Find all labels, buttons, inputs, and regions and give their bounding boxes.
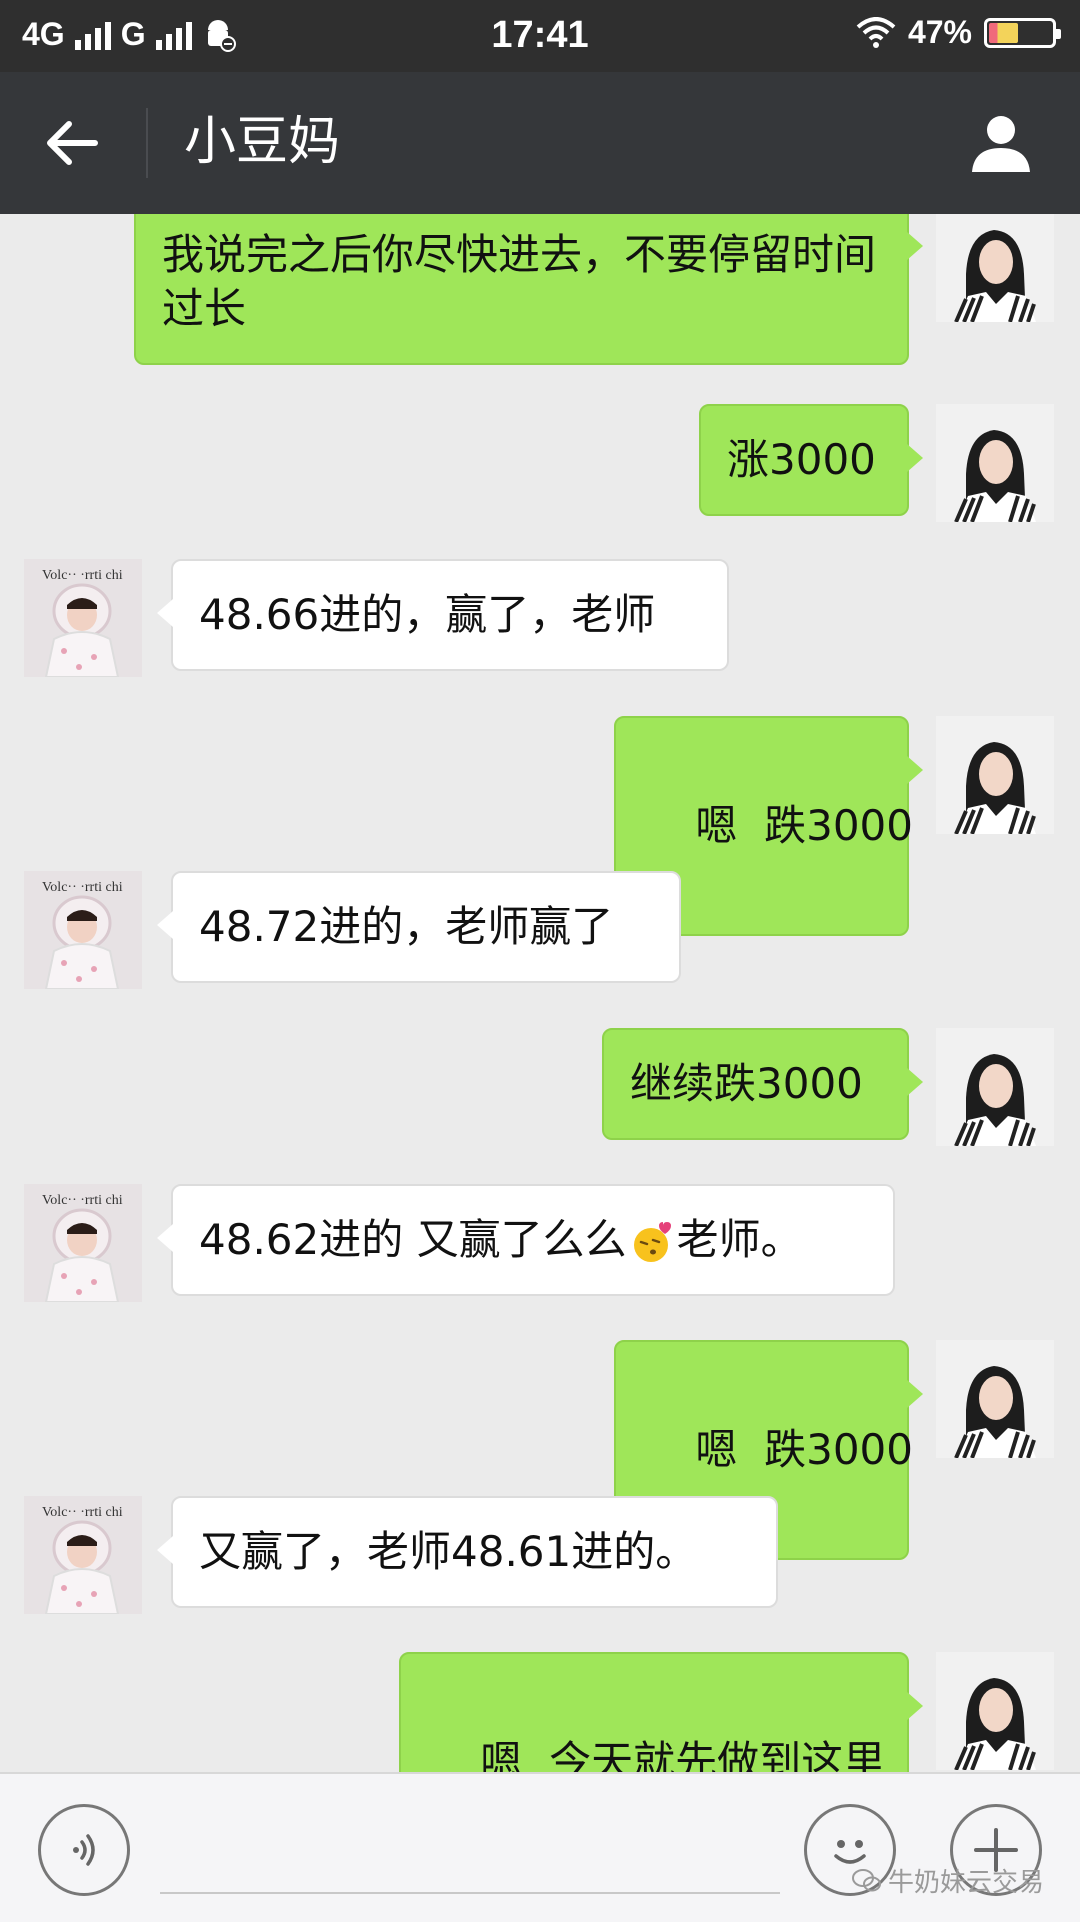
svg-text:Volc·· ·rrti chi: Volc·· ·rrti chi xyxy=(42,1193,123,1208)
my-avatar[interactable] xyxy=(936,1652,1054,1770)
contact-avatar[interactable]: Volc·· ·rrti chi xyxy=(24,559,142,677)
message-text: 嗯 今天就先做到这里 xyxy=(480,1737,886,1772)
contact-avatar[interactable]: Volc·· ·rrti chi xyxy=(24,1184,142,1302)
woman-portrait-icon xyxy=(936,404,1054,522)
message-text: 又赢了，老师48.61进的。 xyxy=(199,1527,698,1576)
person-icon xyxy=(972,116,1030,172)
message-bubble-me[interactable]: 我说完之后你尽快进去，不要停留时间过长 xyxy=(134,214,923,365)
message-bubble-me[interactable]: 嗯 今天就先做到这里 xyxy=(399,1652,923,1772)
message-text-after: 老师。 xyxy=(676,1215,803,1264)
child-portrait-icon: Volc·· ·rrti chi xyxy=(24,1184,142,1302)
contact-avatar[interactable]: Volc·· ·rrti chi xyxy=(24,871,142,989)
status-bar: 4G G 17:41 47% xyxy=(0,0,1080,72)
contact-avatar[interactable]: Volc·· ·rrti chi xyxy=(24,1496,142,1614)
battery-level xyxy=(989,22,1019,43)
child-portrait-icon: Volc·· ·rrti chi xyxy=(24,1496,142,1614)
back-arrow-icon xyxy=(47,121,98,165)
battery-percent: 47% xyxy=(907,14,972,50)
woman-portrait-icon xyxy=(936,214,1054,322)
back-button[interactable] xyxy=(32,108,112,178)
woman-portrait-icon xyxy=(936,716,1054,834)
svg-text:Volc·· ·rrti chi: Volc·· ·rrti chi xyxy=(42,880,123,895)
woman-portrait-icon xyxy=(936,1028,1054,1146)
woman-portrait-icon xyxy=(936,1340,1054,1458)
child-portrait-icon: Volc·· ·rrti chi xyxy=(24,871,142,989)
message-bubble-contact[interactable]: 48.72进的，老师赢了 xyxy=(157,871,681,983)
voice-input-button[interactable] xyxy=(38,1804,130,1896)
child-portrait-icon: Volc·· ·rrti chi xyxy=(24,559,142,677)
wifi-icon xyxy=(856,16,896,48)
message-text: 48.72进的，老师赢了 xyxy=(199,902,614,951)
voice-icon xyxy=(73,1834,95,1866)
watermark-text: 牛奶妹云交易 xyxy=(888,1868,1045,1898)
message-text: 48.66进的，赢了，老师 xyxy=(199,590,656,639)
my-avatar[interactable] xyxy=(936,214,1054,322)
message-bubble-contact[interactable]: 48.66进的，赢了，老师 xyxy=(157,559,729,671)
message-text: 嗯 跌3000 xyxy=(695,1425,913,1474)
message-text: 我说完之后你尽快进去，不要停留时间过长 xyxy=(162,230,877,333)
my-avatar[interactable] xyxy=(936,716,1054,834)
message-input[interactable] xyxy=(160,1818,780,1894)
title-bar: 小豆妈 xyxy=(0,72,1080,214)
my-avatar[interactable] xyxy=(936,1340,1054,1458)
contact-info-button[interactable] xyxy=(966,108,1036,178)
title-divider xyxy=(146,108,148,178)
message-bubble-contact[interactable]: 又赢了，老师48.61进的。 xyxy=(157,1496,778,1608)
kiss-face-emoji-icon xyxy=(633,1221,671,1262)
message-text: 涨3000 xyxy=(727,435,876,484)
message-text-before: 48.62进的 又赢了么么 xyxy=(199,1215,627,1264)
chat-title: 小豆妈 xyxy=(184,112,341,172)
svg-text:Volc·· ·rrti chi: Volc·· ·rrti chi xyxy=(42,568,123,583)
battery-icon xyxy=(984,17,1061,48)
svg-text:Volc·· ·rrti chi: Volc·· ·rrti chi xyxy=(42,1505,123,1520)
woman-portrait-icon xyxy=(936,1652,1054,1770)
message-bubble-me[interactable]: 继续跌3000 xyxy=(602,1028,923,1140)
chat-area[interactable]: 我说完之后你尽快进去，不要停留时间过长 涨3000 Volc·· ·rrti c… xyxy=(0,214,1080,1772)
message-text: 嗯 跌3000 xyxy=(695,801,913,850)
my-avatar[interactable] xyxy=(936,1028,1054,1146)
wechat-logo-icon xyxy=(852,1868,881,1891)
message-bubble-contact[interactable]: 48.62进的 又赢了么么 老师。 xyxy=(157,1184,895,1296)
message-bubble-me[interactable]: 涨3000 xyxy=(699,404,923,516)
status-bar-right: 47% xyxy=(856,14,1061,51)
watermark: 牛奶妹云交易 xyxy=(852,1862,1044,1899)
message-text: 继续跌3000 xyxy=(630,1059,863,1108)
my-avatar[interactable] xyxy=(936,404,1054,522)
input-bar: 牛奶妹云交易 xyxy=(0,1772,1080,1922)
